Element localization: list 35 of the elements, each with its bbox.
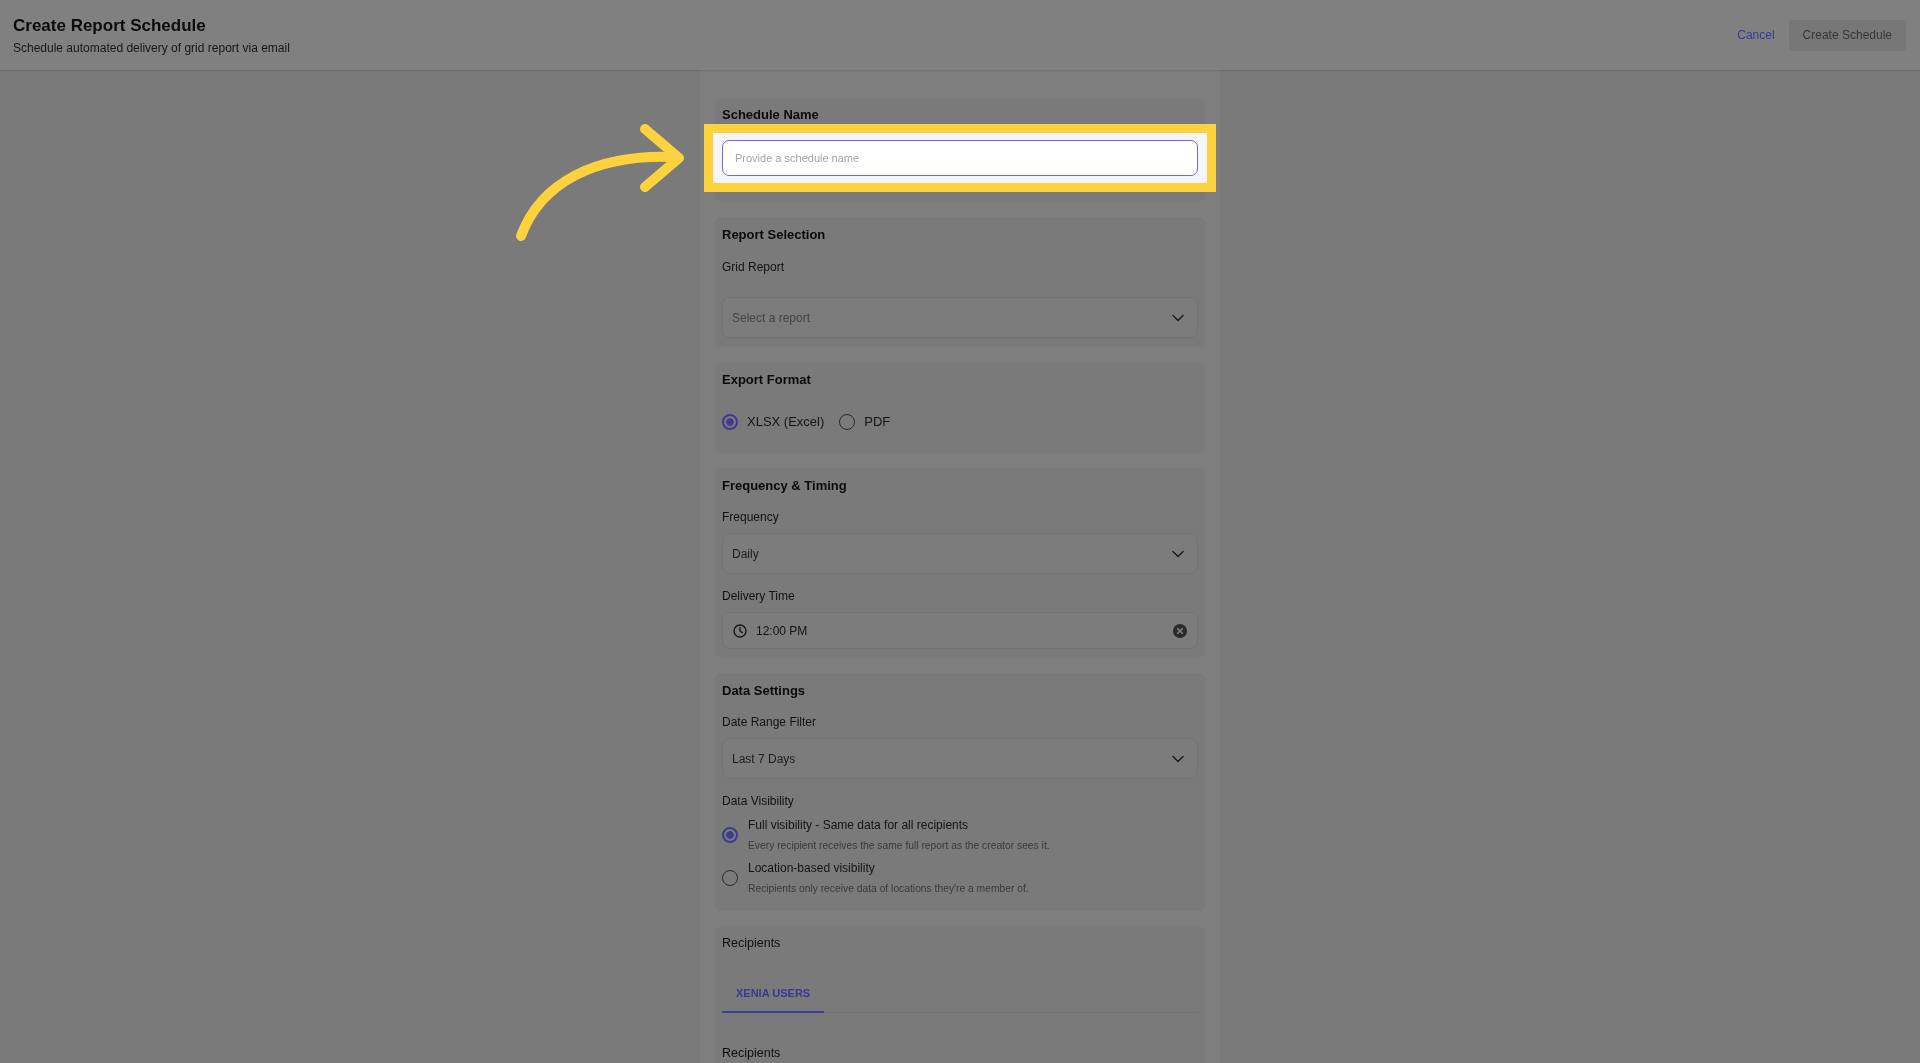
page-title: Create Report Schedule bbox=[13, 14, 206, 37]
field-label: Frequency bbox=[722, 509, 779, 526]
field-label: Data Visibility bbox=[722, 793, 794, 810]
chevron-down-icon bbox=[1172, 313, 1184, 322]
field-label: Delivery Time bbox=[722, 588, 795, 605]
option-title: Location-based visibility bbox=[748, 860, 875, 877]
radio-label: PDF bbox=[864, 413, 891, 431]
section-heading: Export Format bbox=[722, 371, 811, 389]
option-title: Full visibility - Same data for all recipients bbox=[748, 817, 969, 834]
option-description: Every recipient receives the same full report as the creator sees it. bbox=[748, 839, 1050, 853]
curved-arrow-icon bbox=[516, 122, 686, 244]
field-label: Recipients bbox=[722, 1045, 781, 1062]
section-heading: Data Settings bbox=[722, 682, 806, 700]
dropdown-field[interactable]: Last 7 Days bbox=[722, 738, 1198, 779]
chevron-down-icon bbox=[1172, 754, 1184, 763]
chevron-down-icon bbox=[1172, 549, 1184, 558]
field-label: Date Range Filter bbox=[722, 714, 817, 731]
cancel-link[interactable]: Cancel bbox=[1737, 27, 1775, 43]
tab[interactable]: XENIA USERS bbox=[722, 967, 825, 1013]
radio-icon[interactable] bbox=[722, 827, 738, 843]
clear-icon[interactable] bbox=[1173, 623, 1187, 638]
section-heading: Report Selection bbox=[722, 226, 826, 244]
page-subtitle: Schedule automated delivery of grid report via email bbox=[13, 39, 290, 56]
radio-label: XLSX (Excel) bbox=[747, 413, 825, 431]
radio-icon[interactable] bbox=[722, 414, 738, 430]
time-field[interactable]: 12:00 PM bbox=[722, 612, 1198, 649]
option-description: Recipients only receive data of locations they're a member of. bbox=[748, 882, 1029, 896]
clock-icon bbox=[733, 623, 747, 638]
input-field[interactable]: Provide a schedule name bbox=[722, 140, 1198, 176]
field-label: Grid Report bbox=[722, 259, 785, 276]
section-heading: Frequency & Timing bbox=[722, 477, 847, 495]
field-label: Recipients bbox=[722, 935, 781, 952]
section-heading: Schedule Name bbox=[722, 106, 819, 124]
dropdown-field[interactable]: Select a report bbox=[722, 297, 1198, 338]
dropdown-field[interactable]: Daily bbox=[722, 533, 1198, 574]
